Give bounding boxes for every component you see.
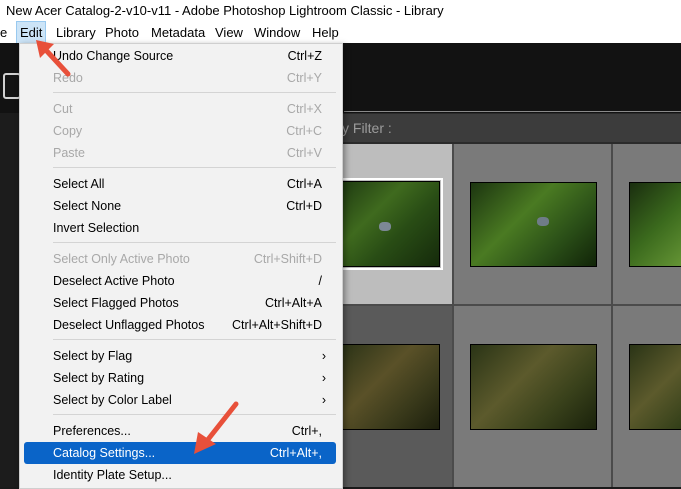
photo-thumbnail[interactable] [340, 344, 440, 430]
library-filter-label: y Filter : [342, 120, 392, 136]
grid-cell[interactable] [454, 144, 611, 304]
menu-item-shortcut: Ctrl+Alt+A [265, 296, 322, 310]
menu-item-select-by-flag[interactable]: Select by Flag › [24, 345, 336, 367]
menu-item-copy[interactable]: Copy Ctrl+C [24, 120, 336, 142]
menu-item-deselect-active[interactable]: Deselect Active Photo / [24, 270, 336, 292]
grid-cell[interactable] [454, 306, 611, 487]
menu-window[interactable]: Window [254, 22, 300, 43]
menu-separator [53, 242, 336, 243]
menu-item-label: Cut [53, 102, 73, 116]
window-title-bar: New Acer Catalog-2-v10-v11 - Adobe Photo… [0, 0, 681, 22]
menu-item-shortcut: Ctrl+Y [286, 71, 322, 85]
menu-item-label: Deselect Unflagged Photos [53, 318, 205, 332]
menu-item-shortcut: Ctrl+C [286, 124, 322, 138]
annotation-arrow-icon [194, 401, 239, 454]
photo-grid[interactable] [337, 144, 681, 487]
menu-item-shortcut: Ctrl+D [286, 199, 322, 213]
menu-separator [53, 92, 336, 93]
menu-item-label: Select by Flag [53, 349, 133, 363]
menu-photo[interactable]: Photo [105, 22, 139, 43]
menu-item-paste[interactable]: Paste Ctrl+V [24, 142, 336, 164]
menu-item-label: Select by Color Label [53, 393, 172, 407]
menu-item-label: Preferences... [53, 424, 131, 438]
menu-item-shortcut: Ctrl+Alt+Shift+D [232, 318, 322, 332]
annotation-arrow-icon [36, 40, 71, 77]
menu-item-cut[interactable]: Cut Ctrl+X [24, 98, 336, 120]
menu-separator [53, 339, 336, 340]
module-divider [344, 111, 681, 112]
menu-item-shortcut: Ctrl+V [286, 146, 322, 160]
menu-item-label: Deselect Active Photo [53, 274, 175, 288]
chevron-right-icon: › [321, 349, 326, 363]
menu-item-select-none[interactable]: Select None Ctrl+D [24, 195, 336, 217]
menu-item-shortcut: Ctrl+, [291, 424, 322, 438]
menu-item-select-all[interactable]: Select All Ctrl+A [24, 173, 336, 195]
menu-item-label: Invert Selection [53, 221, 140, 235]
menu-view[interactable]: View [215, 22, 243, 43]
menu-item-deselect-unflagged[interactable]: Deselect Unflagged Photos Ctrl+Alt+Shift+… [24, 314, 336, 336]
menu-item-shortcut: Ctrl+Alt+, [269, 446, 322, 460]
grid-cell-selected[interactable] [337, 144, 452, 304]
menu-item-select-only-active[interactable]: Select Only Active Photo Ctrl+Shift+D [24, 248, 336, 270]
photo-thumbnail[interactable] [629, 344, 681, 430]
menu-item-shortcut: / [318, 274, 322, 288]
menu-item-shortcut: Ctrl+A [286, 177, 322, 191]
chevron-right-icon: › [321, 393, 326, 407]
menu-item-identity-plate-setup[interactable]: Identity Plate Setup... [24, 464, 336, 486]
menu-item-label: Copy [53, 124, 83, 138]
bird-shape [379, 222, 391, 231]
menu-file[interactable]: e [0, 22, 7, 43]
photo-thumbnail[interactable] [337, 178, 443, 270]
menu-item-preferences[interactable]: Preferences... Ctrl+, [24, 420, 336, 442]
menu-item-catalog-settings[interactable]: Catalog Settings... Ctrl+Alt+, [24, 442, 336, 464]
menu-item-shortcut: Ctrl+Shift+D [253, 252, 322, 266]
menu-item-label: Paste [53, 146, 85, 160]
photo-thumbnail[interactable] [470, 344, 597, 430]
bird-shape [537, 217, 549, 226]
menu-help[interactable]: Help [312, 22, 339, 43]
menu-item-select-flagged[interactable]: Select Flagged Photos Ctrl+Alt+A [24, 292, 336, 314]
menu-item-label: Catalog Settings... [53, 446, 156, 460]
photo-thumbnail[interactable] [470, 182, 597, 267]
menu-bar: e Edit Library Photo Metadata View Windo… [0, 21, 681, 44]
edit-menu-dropdown: Undo Change Source Ctrl+Z Redo Ctrl+Y Cut C… [19, 43, 343, 489]
menu-item-invert-selection[interactable]: Invert Selection [24, 217, 336, 239]
menu-separator [53, 167, 336, 168]
window-title: New Acer Catalog-2-v10-v11 - Adobe Photo… [6, 3, 444, 18]
library-filter-bar[interactable]: y Filter : [338, 114, 681, 142]
menu-item-label: Select None [53, 199, 122, 213]
grid-cell[interactable] [613, 306, 681, 487]
menu-metadata[interactable]: Metadata [151, 22, 205, 43]
menu-item-label: Identity Plate Setup... [53, 468, 172, 482]
menu-item-label: Select Flagged Photos [53, 296, 179, 310]
grid-cell[interactable] [338, 306, 452, 487]
grid-scroll-handle[interactable] [446, 369, 451, 407]
menu-item-label: Select by Rating [53, 371, 145, 385]
menu-item-shortcut: Ctrl+X [286, 102, 322, 116]
menu-item-label: Select Only Active Photo [53, 252, 190, 266]
chevron-right-icon: › [321, 371, 326, 385]
photo-thumbnail[interactable] [629, 182, 681, 267]
menu-item-shortcut: Ctrl+Z [287, 49, 322, 63]
menu-item-select-by-color-label[interactable]: Select by Color Label › [24, 389, 336, 411]
menu-item-label: Select All [53, 177, 105, 191]
left-panel-edge[interactable] [0, 113, 21, 487]
grid-cell[interactable] [613, 144, 681, 304]
menu-item-select-by-rating[interactable]: Select by Rating › [24, 367, 336, 389]
